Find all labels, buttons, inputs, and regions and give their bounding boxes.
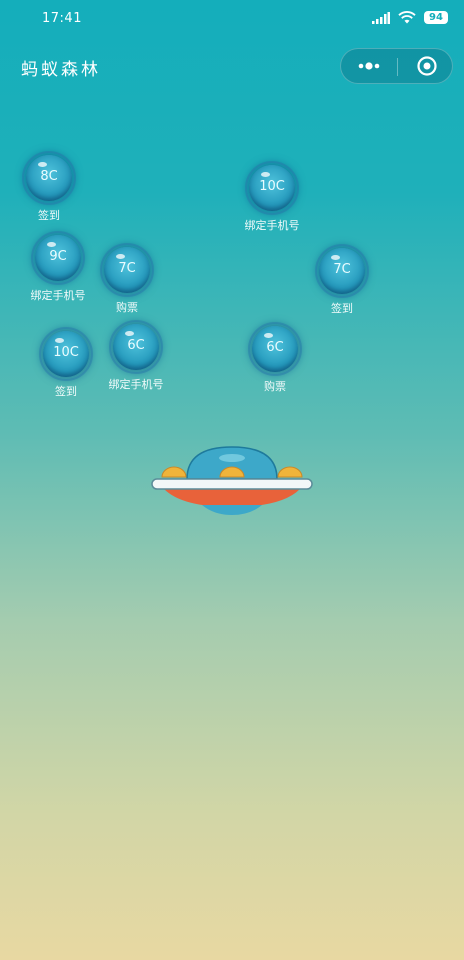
bubble-orb: 10C <box>245 161 299 215</box>
energy-bubble[interactable]: 6C 购票 <box>225 322 325 394</box>
bubble-value: 7C <box>118 261 136 276</box>
bubble-label: 绑定手机号 <box>108 378 164 391</box>
bubble-value: 8C <box>40 169 58 184</box>
status-time: 17:41 <box>42 11 82 26</box>
energy-bubble[interactable]: 6C 绑定手机号 <box>86 320 186 392</box>
bubble-orb: 9C <box>31 231 85 285</box>
bubble-label: 购票 <box>264 380 286 393</box>
bubble-orb: 7C <box>100 243 154 297</box>
bubble-label: 购票 <box>116 301 138 314</box>
bubble-orb: 10C <box>39 327 93 381</box>
bubble-value: 6C <box>266 340 284 355</box>
capsule-divider <box>397 58 398 76</box>
bubble-value: 10C <box>259 179 285 194</box>
bubble-orb: 6C <box>109 320 163 374</box>
bubble-value: 10C <box>53 345 79 360</box>
bubble-orb: 6C <box>248 322 302 376</box>
bubble-orb: 8C <box>22 151 76 205</box>
energy-bubble[interactable]: 7C 购票 <box>77 243 177 315</box>
energy-bubble[interactable]: 10C 绑定手机号 <box>222 161 322 233</box>
close-button[interactable] <box>407 49 447 83</box>
more-dots-icon <box>358 62 380 70</box>
energy-bubble[interactable]: 8C 签到 <box>0 151 99 223</box>
energy-bubble[interactable]: 7C 签到 <box>292 244 392 316</box>
bubble-value: 6C <box>127 338 145 353</box>
bubble-value: 7C <box>333 262 351 277</box>
bubble-orb: 7C <box>315 244 369 298</box>
mini-program-capsule <box>340 48 453 84</box>
more-button[interactable] <box>355 49 395 83</box>
status-bar: 17:41 94 <box>0 0 464 38</box>
battery-indicator: 94 <box>424 11 448 24</box>
bubble-label: 签到 <box>331 302 353 315</box>
wifi-icon <box>398 11 416 24</box>
bubble-value: 9C <box>49 249 67 264</box>
page-title: 蚂蚁森林 <box>21 60 101 80</box>
ufo-illustration <box>151 446 313 515</box>
signal-icon <box>372 11 390 24</box>
bubble-label: 绑定手机号 <box>244 219 300 232</box>
status-icons: 94 <box>372 11 448 24</box>
close-target-icon <box>417 56 437 76</box>
bubble-label: 签到 <box>38 209 60 222</box>
